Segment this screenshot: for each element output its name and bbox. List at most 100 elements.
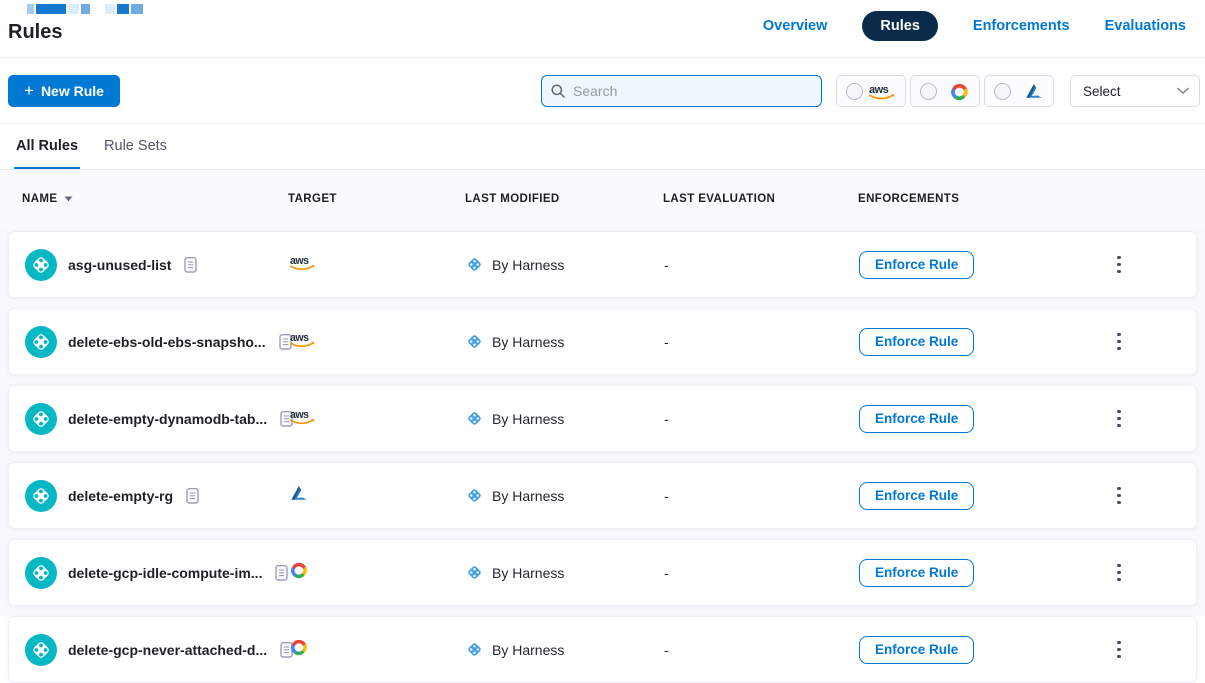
- rule-name: delete-gcp-never-attached-d...: [68, 642, 267, 658]
- enforce-rule-button[interactable]: Enforce Rule: [859, 328, 974, 356]
- rule-name-cell: delete-empty-rg: [25, 480, 289, 512]
- governance-rule-icon: [25, 634, 57, 666]
- provider-filter-aws[interactable]: aws: [836, 75, 906, 107]
- plus-icon: +: [24, 81, 34, 101]
- nav-rules[interactable]: Rules: [862, 11, 938, 41]
- table-row[interactable]: delete-ebs-old-ebs-snapsho... aws By Har…: [8, 308, 1197, 375]
- skeleton-block: [105, 4, 115, 14]
- kebab-menu[interactable]: [1113, 483, 1125, 509]
- harness-diamond-icon: [466, 333, 483, 350]
- row-actions-cell: [1089, 637, 1196, 663]
- table-row[interactable]: delete-empty-dynamodb-tab... aws By Harn…: [8, 385, 1197, 452]
- last-modified-cell: By Harness: [466, 564, 664, 581]
- last-modified-cell: By Harness: [466, 256, 664, 273]
- rule-name: delete-ebs-old-ebs-snapsho...: [68, 334, 266, 350]
- rules-list: asg-unused-list aws By Harness - Enforce…: [0, 227, 1205, 616]
- nav-overview[interactable]: Overview: [763, 11, 828, 41]
- new-rule-button[interactable]: + New Rule: [8, 75, 120, 107]
- radio-gcp[interactable]: [920, 83, 937, 100]
- nav-enforcements[interactable]: Enforcements: [973, 11, 1070, 41]
- sort-caret-icon: [64, 196, 73, 202]
- search-box: [541, 75, 822, 107]
- enforce-rule-button[interactable]: Enforce Rule: [859, 405, 974, 433]
- last-modified-cell: By Harness: [466, 641, 664, 658]
- governance-rule-icon: [25, 326, 57, 358]
- column-last-evaluation: LAST EVALUATION: [663, 193, 858, 205]
- last-modified-text: By Harness: [492, 411, 564, 427]
- svg-text:aws: aws: [290, 254, 309, 266]
- search-input[interactable]: [571, 82, 813, 100]
- enforce-rule-button[interactable]: Enforce Rule: [859, 251, 974, 279]
- target-cell: aws: [289, 331, 466, 353]
- enforce-rule-button[interactable]: Enforce Rule: [859, 636, 974, 664]
- kebab-menu[interactable]: [1113, 252, 1125, 278]
- rule-name: delete-empty-dynamodb-tab...: [68, 411, 267, 427]
- rule-name: asg-unused-list: [68, 257, 171, 273]
- copy-icon[interactable]: [274, 564, 289, 582]
- target-cell: [289, 560, 466, 585]
- rule-name: delete-gcp-idle-compute-im...: [68, 565, 262, 581]
- tab-all-rules[interactable]: All Rules: [14, 124, 80, 169]
- table-row[interactable]: delete-gcp-never-attached-d... By Harnes…: [8, 616, 1197, 683]
- governance-rule-icon: [25, 480, 57, 512]
- harness-diamond-icon: [466, 256, 483, 273]
- kebab-menu[interactable]: [1113, 637, 1125, 663]
- target-cell: aws: [289, 408, 466, 430]
- enforce-rule-button[interactable]: Enforce Rule: [859, 559, 974, 587]
- provider-filter-azure[interactable]: [984, 75, 1054, 107]
- table-row[interactable]: delete-gcp-idle-compute-im... By Harness…: [8, 539, 1197, 606]
- last-evaluation-cell: -: [664, 488, 859, 504]
- table-row[interactable]: asg-unused-list aws By Harness - Enforce…: [8, 231, 1197, 298]
- governance-rule-icon: [25, 403, 57, 435]
- table-row[interactable]: delete-empty-rg By Harness - Enforce Rul…: [8, 462, 1197, 529]
- provider-filter-gcp[interactable]: [910, 75, 980, 107]
- last-evaluation-cell: -: [664, 257, 859, 273]
- column-name[interactable]: NAME: [22, 193, 288, 205]
- breadcrumb-skeleton: [27, 4, 143, 14]
- search-icon: [550, 83, 566, 99]
- row-actions-cell: [1089, 483, 1196, 509]
- table-header: NAME TARGET LAST MODIFIED LAST EVALUATIO…: [0, 170, 1205, 227]
- kebab-menu[interactable]: [1113, 329, 1125, 355]
- aws-logo-icon: aws: [868, 83, 896, 100]
- kebab-menu[interactable]: [1113, 560, 1125, 586]
- skeleton-block: [131, 4, 143, 14]
- row-actions-cell: [1089, 406, 1196, 432]
- kebab-menu[interactable]: [1113, 406, 1125, 432]
- row-actions-cell: [1089, 252, 1196, 278]
- target-cell: [289, 484, 466, 507]
- radio-aws[interactable]: [846, 83, 863, 100]
- aws-icon: aws: [289, 408, 316, 425]
- enforcements-cell: Enforce Rule: [859, 636, 1089, 664]
- harness-diamond-icon: [466, 564, 483, 581]
- azure-logo-icon: [1024, 82, 1044, 100]
- filter-select[interactable]: Select: [1070, 75, 1200, 107]
- tab-rule-sets[interactable]: Rule Sets: [102, 124, 169, 169]
- nav-evaluations[interactable]: Evaluations: [1105, 11, 1186, 41]
- harness-diamond-icon: [466, 641, 483, 658]
- copy-icon[interactable]: [185, 487, 200, 505]
- page-title: Rules: [8, 21, 62, 44]
- last-modified-text: By Harness: [492, 488, 564, 504]
- last-modified-text: By Harness: [492, 642, 564, 658]
- aws-icon: aws: [289, 331, 316, 348]
- copy-icon[interactable]: [183, 256, 198, 274]
- rule-name-cell: delete-empty-dynamodb-tab...: [25, 403, 289, 435]
- enforcements-cell: Enforce Rule: [859, 559, 1089, 587]
- skeleton-block: [81, 4, 90, 14]
- gcp-icon: [289, 637, 309, 657]
- gcp-icon: [289, 560, 309, 580]
- rule-name-cell: delete-gcp-idle-compute-im...: [25, 557, 289, 589]
- last-modified-text: By Harness: [492, 565, 564, 581]
- gcp-logo-icon: [949, 81, 970, 102]
- provider-filters: aws: [836, 75, 1054, 107]
- rules-tabs: All Rules Rule Sets: [0, 124, 1205, 170]
- filter-select-value: Select: [1083, 84, 1121, 99]
- last-modified-cell: By Harness: [466, 487, 664, 504]
- toolbar: + New Rule aws: [0, 58, 1205, 124]
- radio-azure[interactable]: [994, 83, 1011, 100]
- enforce-rule-button[interactable]: Enforce Rule: [859, 482, 974, 510]
- skeleton-block: [36, 4, 66, 14]
- last-evaluation-cell: -: [664, 411, 859, 427]
- rule-name: delete-empty-rg: [68, 488, 173, 504]
